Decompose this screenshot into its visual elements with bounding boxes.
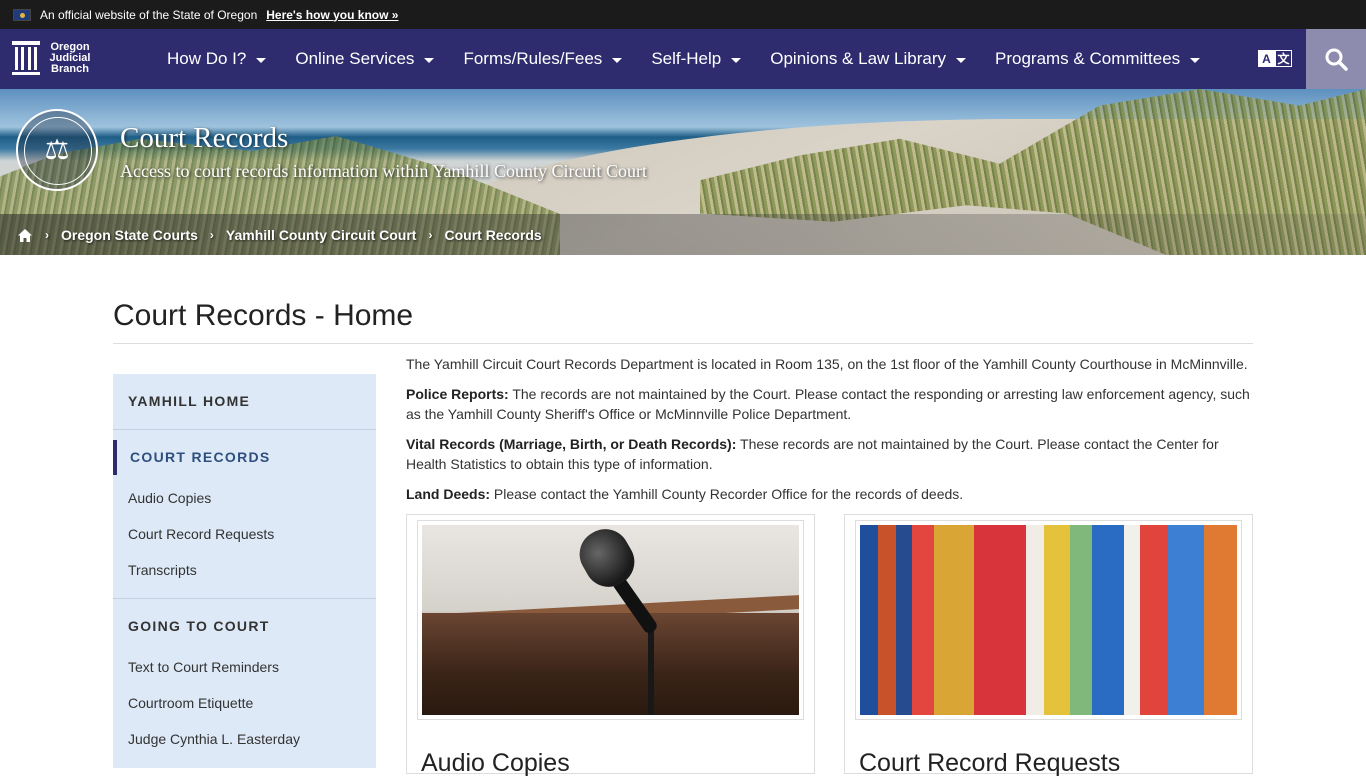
sidebar-item-transcripts[interactable]: Transcripts (128, 562, 197, 578)
breadcrumb-oregon-state-courts[interactable]: Oregon State Courts (61, 227, 198, 243)
ojd-logo[interactable]: Oregon Judicial Branch (12, 41, 92, 75)
sidebar-item-text-reminders[interactable]: Text to Court Reminders (128, 659, 279, 675)
logo-text: Oregon Judicial Branch (49, 40, 91, 75)
caret-down-icon (956, 57, 966, 63)
official-text: An official website of the State of Oreg… (40, 7, 258, 22)
card-court-record-requests[interactable]: Court Record Requests (844, 514, 1253, 777)
how-you-know-link[interactable]: Here's how you know » (266, 8, 398, 22)
nav-menu: How Do I? Online Services Forms/Rules/Fe… (167, 29, 1229, 89)
oregon-flag-icon (13, 8, 31, 21)
sidebar: YAMHILL HOME COURT RECORDS Audio Copies … (113, 374, 376, 768)
breadcrumb-court-records[interactable]: Court Records (444, 227, 541, 243)
nav-self-help[interactable]: Self-Help (651, 49, 742, 69)
caret-down-icon (612, 57, 623, 63)
chevron-right-icon: › (209, 228, 214, 242)
caret-down-icon (731, 57, 742, 63)
search-button[interactable] (1306, 29, 1366, 89)
nav-online-services[interactable]: Online Services (295, 49, 435, 69)
caret-down-icon (1190, 57, 1201, 63)
hero-banner: ⚖ Court Records Access to court records … (0, 89, 1366, 255)
land-deeds-paragraph: Land Deeds: Please contact the Yamhill C… (406, 486, 964, 502)
card-title-audio-copies[interactable]: Audio Copies (421, 749, 570, 778)
caret-down-icon (256, 57, 267, 63)
home-icon[interactable] (17, 228, 33, 243)
chevron-right-icon: › (45, 228, 49, 242)
nav-opinions-law-library[interactable]: Opinions & Law Library (770, 49, 966, 69)
nav-how-do-i[interactable]: How Do I? (167, 49, 267, 69)
sidebar-heading-yamhill-home[interactable]: YAMHILL HOME (128, 393, 250, 409)
card-audio-copies[interactable]: Audio Copies (406, 514, 815, 777)
sidebar-item-judge-easterday[interactable]: Judge Cynthia L. Easterday (128, 731, 300, 747)
colored-folders-image (860, 525, 1237, 715)
title-divider (113, 343, 1253, 344)
sidebar-heading-court-records[interactable]: COURT RECORDS (130, 449, 271, 465)
main-navbar: Oregon Judicial Branch How Do I? Online … (0, 29, 1366, 89)
breadcrumb-yamhill-county[interactable]: Yamhill County Circuit Court (226, 227, 417, 243)
card-title-court-record-requests[interactable]: Court Record Requests (859, 749, 1120, 778)
translate-icon[interactable]: A 文 (1258, 50, 1292, 68)
police-reports-paragraph: Police Reports: The records are not main… (406, 386, 1250, 422)
sidebar-item-court-record-requests[interactable]: Court Record Requests (128, 526, 274, 542)
breadcrumb: › Oregon State Courts › Yamhill County C… (17, 227, 542, 243)
hero-subtitle: Access to court records information with… (120, 161, 647, 181)
official-banner: An official website of the State of Oreg… (0, 0, 1366, 29)
nav-forms-rules-fees[interactable]: Forms/Rules/Fees (463, 49, 623, 69)
chevron-right-icon: › (428, 228, 433, 242)
intro-paragraph: The Yamhill Circuit Court Records Depart… (406, 356, 1248, 372)
sidebar-item-audio-copies[interactable]: Audio Copies (128, 490, 211, 506)
sidebar-item-courtroom-etiquette[interactable]: Courtroom Etiquette (128, 695, 253, 711)
courthouse-pillars-icon (12, 41, 40, 75)
microphone-podium-image (422, 525, 799, 715)
page-title: Court Records - Home (113, 299, 414, 332)
nav-programs-committees[interactable]: Programs & Committees (995, 49, 1201, 69)
main-content: The Yamhill Circuit Court Records Depart… (406, 354, 1256, 514)
vital-records-paragraph: Vital Records (Marriage, Birth, or Death… (406, 436, 1219, 472)
hero-title: Court Records (120, 122, 289, 154)
active-indicator (113, 440, 117, 475)
search-icon (1325, 48, 1348, 71)
caret-down-icon (424, 57, 435, 63)
judicial-department-seal: ⚖ (16, 109, 98, 191)
sidebar-heading-going-to-court[interactable]: GOING TO COURT (128, 618, 270, 634)
